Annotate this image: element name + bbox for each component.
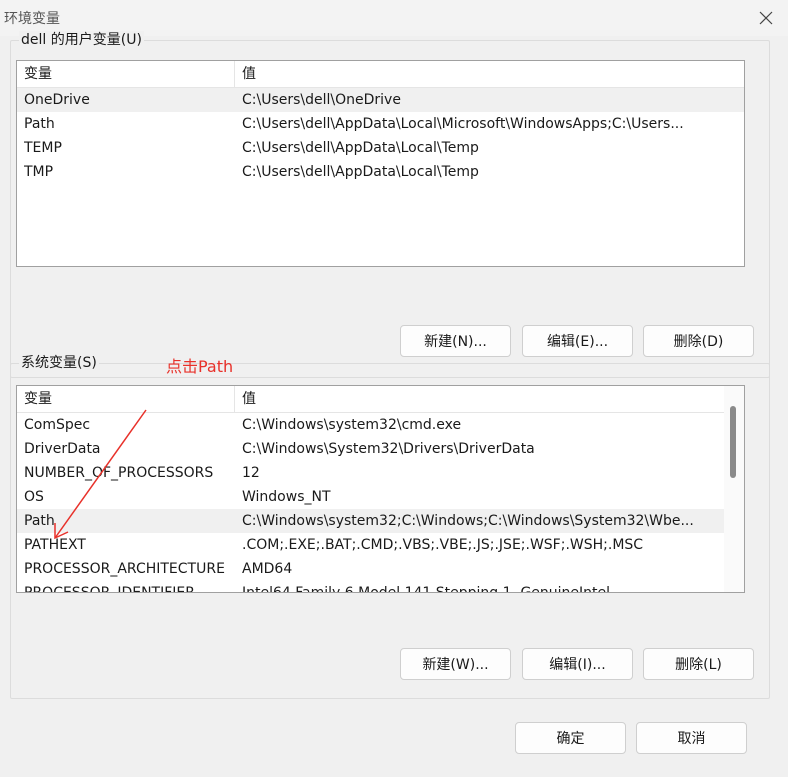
system-variables-list[interactable]: 变量 值 ComSpec C:\Windows\system32\cmd.exe… xyxy=(16,385,745,593)
table-row[interactable]: OS Windows_NT xyxy=(17,485,744,509)
column-header-value[interactable]: 值 xyxy=(235,386,722,413)
variable-name: ComSpec xyxy=(24,417,91,433)
variable-value: C:\Users\dell\AppData\Local\Temp xyxy=(242,164,479,180)
variable-name: DriverData xyxy=(24,441,101,457)
variable-name: PROCESSOR_IDENTIFIER xyxy=(24,585,195,593)
table-row-path[interactable]: Path C:\Windows\system32;C:\Windows;C:\W… xyxy=(17,509,744,533)
variable-value: C:\Windows\system32;C:\Windows;C:\Window… xyxy=(242,513,694,529)
variable-name: TEMP xyxy=(24,140,62,156)
column-header-variable[interactable]: 变量 xyxy=(17,61,235,88)
table-row[interactable]: Path C:\Users\dell\AppData\Local\Microso… xyxy=(17,112,744,136)
user-variables-list[interactable]: 变量 值 OneDrive C:\Users\dell\OneDrive Pat… xyxy=(16,60,745,267)
variable-value: Windows_NT xyxy=(242,489,331,505)
table-row[interactable]: DriverData C:\Windows\System32\Drivers\D… xyxy=(17,437,744,461)
variable-name: PATHEXT xyxy=(24,537,86,553)
column-header-variable[interactable]: 变量 xyxy=(17,386,235,413)
system-edit-button[interactable]: 编辑(I)... xyxy=(522,648,633,680)
variable-value: C:\Users\dell\AppData\Local\Microsoft\Wi… xyxy=(242,116,684,132)
ok-button[interactable]: 确定 xyxy=(515,722,626,754)
variable-value: .COM;.EXE;.BAT;.CMD;.VBS;.VBE;.JS;.JSE;.… xyxy=(242,537,644,553)
table-row[interactable]: TEMP C:\Users\dell\AppData\Local\Temp xyxy=(17,136,744,160)
variable-value: C:\Users\dell\AppData\Local\Temp xyxy=(242,140,479,156)
table-row[interactable]: NUMBER_OF_PROCESSORS 12 xyxy=(17,461,744,485)
user-new-button[interactable]: 新建(N)... xyxy=(400,325,511,357)
close-icon xyxy=(759,11,773,25)
system-new-button[interactable]: 新建(W)... xyxy=(400,648,511,680)
variable-name: OneDrive xyxy=(24,92,90,108)
variable-name: OS xyxy=(24,489,44,505)
system-delete-button[interactable]: 删除(L) xyxy=(643,648,754,680)
variable-name: Path xyxy=(24,116,55,132)
table-row[interactable]: PATHEXT .COM;.EXE;.BAT;.CMD;.VBS;.VBE;.J… xyxy=(17,533,744,557)
cancel-button[interactable]: 取消 xyxy=(636,722,747,754)
table-row[interactable]: ComSpec C:\Windows\system32\cmd.exe xyxy=(17,413,744,437)
variable-value: C:\Windows\System32\Drivers\DriverData xyxy=(242,441,535,457)
list-header: 变量 值 xyxy=(17,386,744,413)
variable-name: PROCESSOR_ARCHITECTURE xyxy=(24,561,225,577)
variable-value: C:\Users\dell\OneDrive xyxy=(242,92,401,108)
table-row[interactable]: OneDrive C:\Users\dell\OneDrive xyxy=(17,88,744,112)
variable-name: NUMBER_OF_PROCESSORS xyxy=(24,465,214,481)
variable-value: 12 xyxy=(242,465,260,481)
list-header: 变量 值 xyxy=(17,61,744,88)
column-header-value[interactable]: 值 xyxy=(235,61,722,88)
variable-name: Path xyxy=(24,513,55,529)
system-variables-label: 系统变量(S) xyxy=(19,354,99,372)
scrollbar-thumb[interactable] xyxy=(730,406,736,478)
variable-value: Intel64 Family 6 Model 141 Stepping 1, G… xyxy=(242,585,611,593)
window-title: 环境变量 xyxy=(4,11,60,27)
table-row[interactable]: PROCESSOR_IDENTIFIER Intel64 Family 6 Mo… xyxy=(17,581,744,593)
vertical-scrollbar[interactable] xyxy=(724,386,744,592)
user-edit-button[interactable]: 编辑(E)... xyxy=(522,325,633,357)
close-button[interactable] xyxy=(754,6,778,30)
table-row[interactable]: TMP C:\Users\dell\AppData\Local\Temp xyxy=(17,160,744,184)
user-variables-label: dell 的用户变量(U) xyxy=(19,31,144,49)
user-delete-button[interactable]: 删除(D) xyxy=(643,325,754,357)
annotation-label: 点击Path xyxy=(166,357,234,376)
table-row[interactable]: PROCESSOR_ARCHITECTURE AMD64 xyxy=(17,557,744,581)
variable-value: AMD64 xyxy=(242,561,293,577)
variable-name: TMP xyxy=(24,164,54,180)
variable-value: C:\Windows\system32\cmd.exe xyxy=(242,417,462,433)
